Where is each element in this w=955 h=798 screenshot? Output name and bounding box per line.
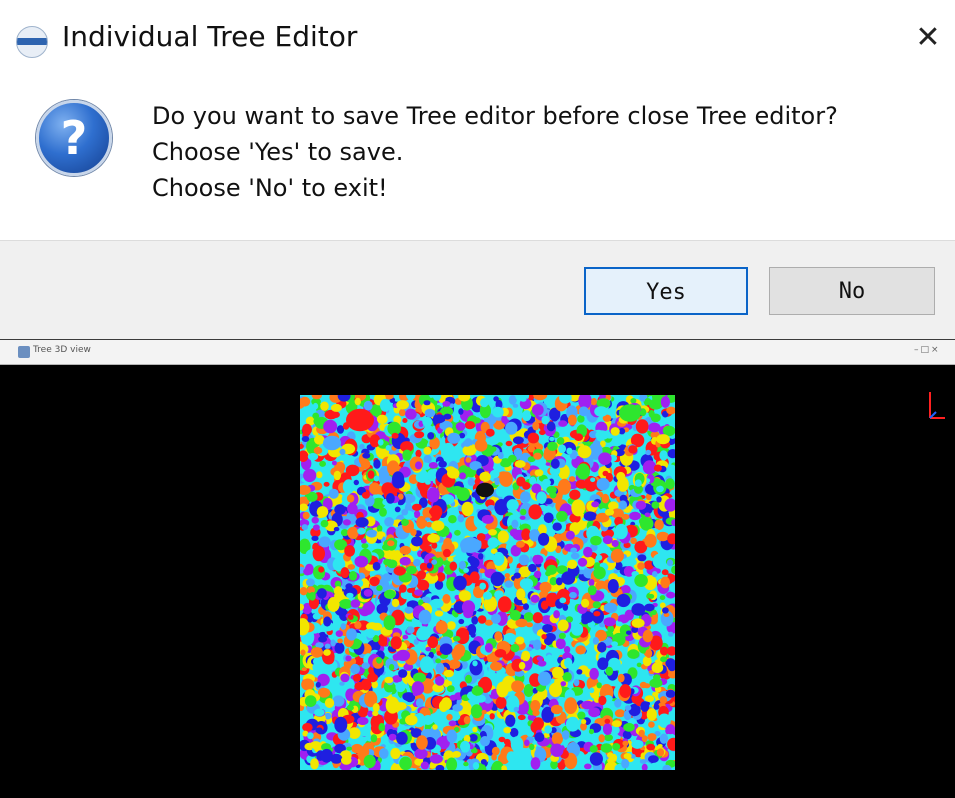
viewer-title: Tree 3D view [33,345,91,355]
tree-viewer-window: Tree 3D view –□× [0,340,955,798]
dialog-message: Do you want to save Tree editor before c… [152,98,838,206]
no-button[interactable]: No [769,267,935,315]
segmented-tree-point-cloud[interactable] [300,395,675,770]
viewer-app-icon [18,346,30,358]
dialog-titlebar[interactable]: Individual Tree Editor ✕ [0,0,955,70]
yes-button[interactable]: Yes [584,267,748,315]
window-controls[interactable]: –□× [914,345,941,355]
message-line: Choose 'Yes' to save. [152,138,404,166]
dialog-title: Individual Tree Editor [62,20,358,53]
dialog-button-bar: Yes No [0,240,955,339]
app-logo-icon [16,26,48,58]
close-button[interactable]: ✕ [908,18,948,58]
viewer-titlebar[interactable]: Tree 3D view –□× [0,340,955,365]
question-icon: ? [36,100,112,176]
save-dialog: Individual Tree Editor ✕ ? Do you want t… [0,0,955,340]
message-line: Do you want to save Tree editor before c… [152,102,838,130]
message-line: Choose 'No' to exit! [152,174,388,202]
axis-gizmo-icon [929,392,945,419]
